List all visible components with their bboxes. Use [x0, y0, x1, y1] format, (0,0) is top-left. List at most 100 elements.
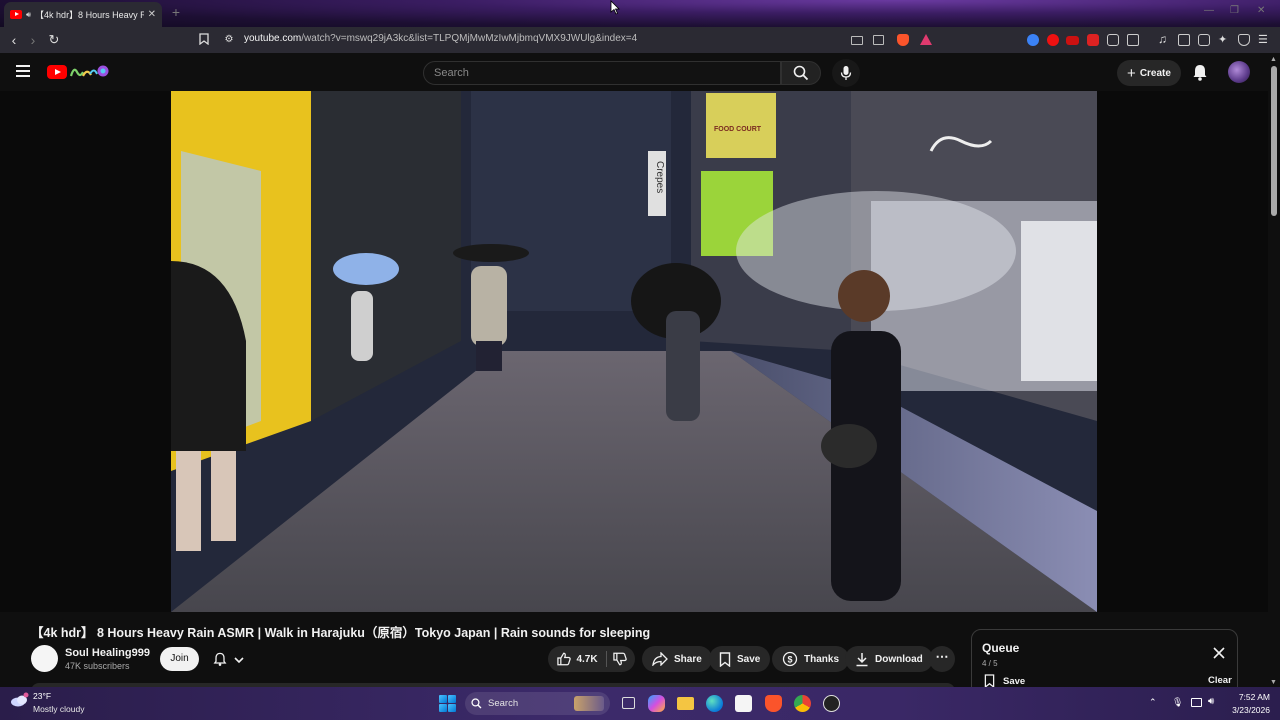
brave-browser-icon[interactable]: [765, 695, 782, 712]
show-hidden-icons-chevron-icon[interactable]: ⌃: [1149, 697, 1157, 708]
leo-ai-icon[interactable]: ✦: [1218, 33, 1230, 46]
video-title: 【4k hdr】 8 Hours Heavy Rain ASMR | Walk …: [31, 626, 651, 640]
windows-taskbar: 23°F Mostly cloudy Search ⌃ 🎙︎ 🔊︎ 7:52 A…: [0, 687, 1280, 720]
video-frame[interactable]: Crepes FOOD COURT: [171, 91, 1097, 612]
weather-cloudy-icon[interactable]: [10, 692, 30, 708]
search-button[interactable]: [781, 61, 821, 85]
like-count[interactable]: 4.7K: [576, 654, 597, 665]
notifications-bell-icon[interactable]: [1190, 62, 1210, 82]
taskbar-search-label: Search: [488, 698, 519, 709]
microsoft-store-icon[interactable]: [735, 695, 752, 712]
save-bookmark-icon: [719, 651, 731, 667]
weather-temperature[interactable]: 23°F: [33, 691, 51, 701]
bookmark-icon[interactable]: [195, 31, 213, 49]
voice-search-button[interactable]: [832, 59, 860, 87]
tab-title: 【4k hdr】8 Hours Heavy Rain: [35, 10, 144, 20]
extension-youtube-icon[interactable]: [1047, 34, 1059, 46]
chevron-down-icon: [234, 657, 244, 664]
create-label: Create: [1139, 67, 1171, 79]
create-button[interactable]: + Create: [1117, 60, 1181, 86]
microphone-tray-icon[interactable]: 🎙︎: [1172, 697, 1183, 708]
edge-browser-icon[interactable]: [706, 695, 723, 712]
sidebar-icon[interactable]: [1178, 34, 1190, 46]
close-window-icon[interactable]: ✕: [1257, 5, 1265, 16]
browser-tab[interactable]: 🔊︎ 【4k hdr】8 Hours Heavy Rain ✕: [4, 2, 162, 27]
close-tab-icon[interactable]: ✕: [148, 9, 156, 20]
save-label: Save: [737, 653, 761, 665]
queue-position: 4 / 5: [982, 659, 998, 668]
queue-save-button[interactable]: Save: [984, 674, 1025, 688]
youtube-logo-icon[interactable]: [47, 65, 67, 79]
network-tray-icon[interactable]: [1191, 698, 1202, 707]
subscriber-count: 47K subscribers: [65, 661, 130, 671]
wallet-icon[interactable]: [1198, 34, 1210, 46]
vpn-shield-icon[interactable]: [1238, 34, 1250, 46]
bell-icon: [213, 652, 227, 666]
task-view-icon[interactable]: [622, 697, 635, 709]
dislike-thumbs-down-icon[interactable]: [612, 651, 627, 667]
clock-date[interactable]: 3/23/2026: [1222, 705, 1270, 715]
download-button[interactable]: Download: [845, 646, 933, 672]
back-icon[interactable]: ‹: [5, 31, 23, 49]
search-input[interactable]: [434, 62, 774, 84]
rainy-harajuku-street-scene: Crepes FOOD COURT: [171, 91, 1097, 612]
taskbar-search[interactable]: Search: [465, 692, 610, 715]
new-tab-button[interactable]: +: [168, 4, 184, 20]
clock-time[interactable]: 7:52 AM: [1228, 692, 1270, 702]
save-button[interactable]: Save: [709, 646, 771, 672]
extension-blue-icon[interactable]: [1027, 34, 1039, 46]
share-page-icon[interactable]: [873, 35, 884, 45]
like-thumbs-up-icon[interactable]: [556, 651, 571, 667]
channel-name[interactable]: Soul Healing999: [65, 647, 150, 659]
chrome-browser-icon[interactable]: [794, 695, 811, 712]
scroll-down-arrow-icon[interactable]: ▼: [1270, 679, 1277, 686]
url-path: /watch?v=mswq29jA3kc&list=TLPQMjMwMzIwMj…: [301, 33, 638, 44]
volume-tray-icon[interactable]: 🔊︎: [1208, 696, 1214, 707]
extension-red-icon[interactable]: [1087, 34, 1099, 46]
browser-menu-icon[interactable]: ☰: [1258, 33, 1270, 46]
site-info-icon[interactable]: ⚙︎: [220, 31, 238, 49]
youtube-doodle-logo[interactable]: [68, 62, 110, 82]
food-court-sign: FOOD COURT: [714, 126, 762, 133]
search-icon: [471, 698, 482, 709]
extension-puzzle-icon[interactable]: [1107, 34, 1119, 46]
weather-description[interactable]: Mostly cloudy: [33, 704, 85, 714]
mouse-cursor-icon: [610, 0, 620, 15]
youtube-masthead: + Create: [0, 53, 1280, 91]
queue-save-label: Save: [1003, 675, 1026, 687]
search-icon: [793, 65, 809, 81]
queue-clear-button[interactable]: Clear: [1208, 675, 1232, 686]
file-explorer-icon[interactable]: [677, 697, 694, 710]
reload-icon[interactable]: ↻: [45, 31, 63, 49]
close-icon[interactable]: [1212, 646, 1226, 660]
hamburger-menu-icon[interactable]: [16, 65, 30, 80]
account-avatar[interactable]: [1228, 61, 1250, 83]
obs-studio-icon[interactable]: [823, 695, 840, 712]
picture-in-picture-icon[interactable]: [851, 36, 863, 45]
share-arrow-icon: [652, 652, 668, 666]
thanks-button[interactable]: $ Thanks: [772, 646, 850, 672]
thanks-label: Thanks: [804, 653, 840, 665]
like-dislike-divider: [605, 651, 607, 667]
queue-panel: Queue 4 / 5 Save Clear: [971, 629, 1238, 691]
brave-rewards-icon[interactable]: [920, 34, 932, 45]
scrollbar-thumb[interactable]: [1271, 66, 1277, 216]
media-control-icon[interactable]: ♫: [1158, 32, 1170, 46]
share-label: Share: [674, 653, 702, 665]
extension-box-icon[interactable]: [1127, 34, 1139, 46]
forward-icon[interactable]: ›: [24, 31, 42, 49]
scroll-up-arrow-icon[interactable]: ▲: [1270, 56, 1277, 63]
maximize-icon[interactable]: ❐: [1230, 5, 1239, 16]
audio-playing-icon[interactable]: 🔊︎: [26, 10, 31, 20]
brave-shields-icon[interactable]: [897, 34, 909, 46]
minimize-icon[interactable]: —: [1204, 5, 1214, 16]
subscription-notifications-button[interactable]: [205, 647, 253, 671]
windows-start-icon[interactable]: [439, 695, 456, 712]
extension-record-icon[interactable]: [1066, 36, 1079, 45]
copilot-icon[interactable]: [648, 695, 665, 712]
channel-avatar[interactable]: [31, 645, 58, 672]
more-actions-icon[interactable]: ⋯: [929, 646, 955, 672]
share-button[interactable]: Share: [642, 646, 712, 672]
address-bar[interactable]: youtube.com/watch?v=mswq29jA3kc&list=TLP…: [244, 33, 637, 44]
join-button[interactable]: Join: [160, 647, 199, 671]
